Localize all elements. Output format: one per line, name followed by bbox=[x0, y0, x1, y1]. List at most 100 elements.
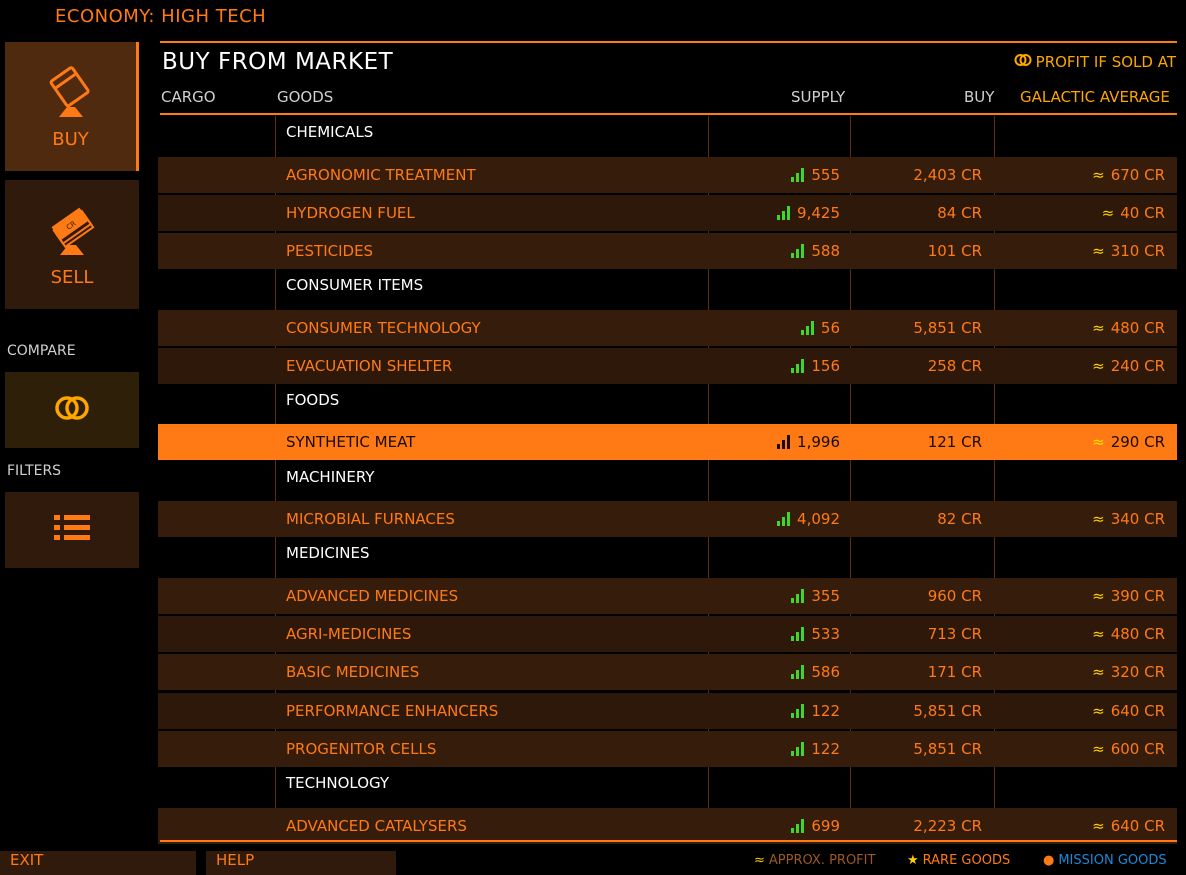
commodity-row[interactable]: BASIC MEDICINES 586 171 CR ≈320 CR bbox=[158, 654, 1177, 690]
category-label: CONSUMER ITEMS bbox=[286, 276, 424, 294]
approx-symbol: ≈ bbox=[1092, 740, 1105, 758]
supply-value: 56 bbox=[820, 319, 840, 337]
column-header-cargo[interactable]: CARGO bbox=[161, 88, 216, 106]
signal-bars-icon bbox=[791, 704, 805, 718]
galactic-average: ≈640 CR bbox=[1092, 808, 1165, 844]
approx-symbol: ≈ bbox=[1092, 510, 1105, 528]
exit-label: EXIT bbox=[10, 851, 44, 869]
avg-value: 670 CR bbox=[1110, 166, 1165, 184]
buy-price: 960 CR bbox=[927, 587, 982, 605]
credit-stack-icon: CR bbox=[46, 201, 98, 261]
commodity-name: ADVANCED MEDICINES bbox=[286, 587, 459, 605]
commodity-row[interactable]: PERFORMANCE ENHANCERS 122 5,851 CR ≈640 … bbox=[158, 693, 1177, 729]
supply-cell: 56 bbox=[800, 310, 840, 346]
commodity-name: PROGENITOR CELLS bbox=[286, 740, 437, 758]
supply-cell: 1,996 bbox=[777, 424, 840, 460]
avg-value: 640 CR bbox=[1110, 817, 1165, 835]
commodity-row[interactable]: ADVANCED CATALYSERS 699 2,223 CR ≈640 CR bbox=[158, 808, 1177, 844]
supply-cell: 122 bbox=[791, 693, 840, 729]
approx-symbol: ≈ bbox=[1092, 319, 1105, 337]
commodity-row[interactable]: AGRI-MEDICINES 533 713 CR ≈480 CR bbox=[158, 616, 1177, 652]
commodity-name: EVACUATION SHELTER bbox=[286, 357, 453, 375]
commodity-name: HYDROGEN FUEL bbox=[286, 204, 415, 222]
commodity-row-selected[interactable]: SYNTHETIC MEAT 1,996 121 CR ≈290 CR bbox=[158, 424, 1177, 460]
compare-rings-icon bbox=[1013, 53, 1033, 71]
commodity-row[interactable]: PROGENITOR CELLS 122 5,851 CR ≈600 CR bbox=[158, 731, 1177, 767]
column-header-galactic-average[interactable]: GALACTIC AVERAGE bbox=[1020, 88, 1170, 106]
signal-bars-icon bbox=[777, 206, 791, 220]
help-button[interactable]: HELP bbox=[206, 851, 396, 875]
approx-icon: ≈ bbox=[754, 853, 765, 868]
column-header-buy[interactable]: BUY bbox=[964, 88, 994, 106]
buy-price: 2,403 CR bbox=[913, 166, 982, 184]
commodity-name: AGRONOMIC TREATMENT bbox=[286, 166, 476, 184]
commodity-row[interactable]: EVACUATION SHELTER 156 258 CR ≈240 CR bbox=[158, 348, 1177, 384]
avg-value: 480 CR bbox=[1110, 319, 1165, 337]
category-row: CHEMICALS bbox=[158, 114, 1177, 150]
approx-symbol: ≈ bbox=[1092, 357, 1105, 375]
signal-bars-icon bbox=[791, 244, 805, 258]
buy-price: 2,223 CR bbox=[913, 817, 982, 835]
approx-symbol: ≈ bbox=[1092, 166, 1105, 184]
commodity-name: MICROBIAL FURNACES bbox=[286, 510, 455, 528]
supply-cell: 9,425 bbox=[777, 195, 840, 231]
buy-price: 5,851 CR bbox=[913, 319, 982, 337]
signal-bars-icon bbox=[791, 627, 805, 641]
compare-button[interactable] bbox=[5, 372, 139, 448]
signal-bars-icon bbox=[791, 819, 805, 833]
commodity-name: ADVANCED CATALYSERS bbox=[286, 817, 467, 835]
category-row: MACHINERY bbox=[158, 459, 1177, 495]
commodity-row[interactable]: MICROBIAL FURNACES 4,092 82 CR ≈340 CR bbox=[158, 501, 1177, 537]
signal-bars-icon bbox=[791, 589, 805, 603]
approx-symbol: ≈ bbox=[1092, 817, 1105, 835]
profit-hint[interactable]: PROFIT IF SOLD AT bbox=[1013, 53, 1176, 71]
commodity-row[interactable]: ADVANCED MEDICINES 355 960 CR ≈390 CR bbox=[158, 578, 1177, 614]
buy-price: 258 CR bbox=[927, 357, 982, 375]
supply-cell: 122 bbox=[791, 731, 840, 767]
supply-cell: 588 bbox=[791, 233, 840, 269]
commodity-row[interactable]: CONSUMER TECHNOLOGY 56 5,851 CR ≈480 CR bbox=[158, 310, 1177, 346]
buy-price: 121 CR bbox=[927, 433, 982, 451]
commodity-row[interactable]: HYDROGEN FUEL 9,425 84 CR ≈40 CR bbox=[158, 195, 1177, 231]
column-header-goods[interactable]: GOODS bbox=[277, 88, 333, 106]
sell-button[interactable]: CR SELL bbox=[5, 180, 139, 309]
avg-value: 240 CR bbox=[1110, 357, 1165, 375]
galactic-average: ≈640 CR bbox=[1092, 693, 1165, 729]
exit-button[interactable]: EXIT bbox=[0, 851, 196, 875]
buy-price: 82 CR bbox=[937, 510, 982, 528]
commodity-row[interactable]: AGRONOMIC TREATMENT 555 2,403 CR ≈670 CR bbox=[158, 157, 1177, 193]
galactic-average: ≈320 CR bbox=[1092, 654, 1165, 690]
filter-list-icon bbox=[52, 513, 92, 547]
legend-approx-label: APPROX. PROFIT bbox=[768, 853, 876, 868]
signal-bars-icon bbox=[791, 359, 805, 373]
galactic-average: ≈340 CR bbox=[1092, 501, 1165, 537]
supply-value: 9,425 bbox=[797, 204, 840, 222]
buy-price: 713 CR bbox=[927, 625, 982, 643]
supply-cell: 586 bbox=[791, 654, 840, 690]
economy-label: ECONOMY: HIGH TECH bbox=[55, 6, 267, 27]
buy-price: 5,851 CR bbox=[913, 702, 982, 720]
buy-price: 171 CR bbox=[927, 663, 982, 681]
sell-label: SELL bbox=[50, 267, 94, 288]
supply-value: 122 bbox=[811, 740, 840, 758]
mission-icon: ● bbox=[1043, 853, 1055, 868]
category-label: MEDICINES bbox=[286, 544, 370, 562]
filters-button[interactable] bbox=[5, 492, 139, 568]
galactic-average: ≈670 CR bbox=[1092, 157, 1165, 193]
bottom-divider bbox=[160, 840, 1177, 842]
buy-button[interactable]: BUY bbox=[5, 42, 139, 171]
avg-value: 310 CR bbox=[1110, 242, 1165, 260]
supply-cell: 699 bbox=[791, 808, 840, 844]
signal-bars-icon bbox=[791, 742, 805, 756]
supply-value: 699 bbox=[811, 817, 840, 835]
legend-approx-profit: ≈ APPROX. PROFIT bbox=[754, 853, 875, 868]
buy-price: 5,851 CR bbox=[913, 740, 982, 758]
column-header-supply[interactable]: SUPPLY bbox=[791, 88, 845, 106]
avg-value: 480 CR bbox=[1110, 625, 1165, 643]
category-row: MEDICINES bbox=[158, 535, 1177, 571]
commodity-row[interactable]: PESTICIDES 588 101 CR ≈310 CR bbox=[158, 233, 1177, 269]
galactic-average: ≈480 CR bbox=[1092, 616, 1165, 652]
supply-cell: 355 bbox=[791, 578, 840, 614]
supply-value: 355 bbox=[811, 587, 840, 605]
compare-label: COMPARE bbox=[7, 343, 76, 359]
